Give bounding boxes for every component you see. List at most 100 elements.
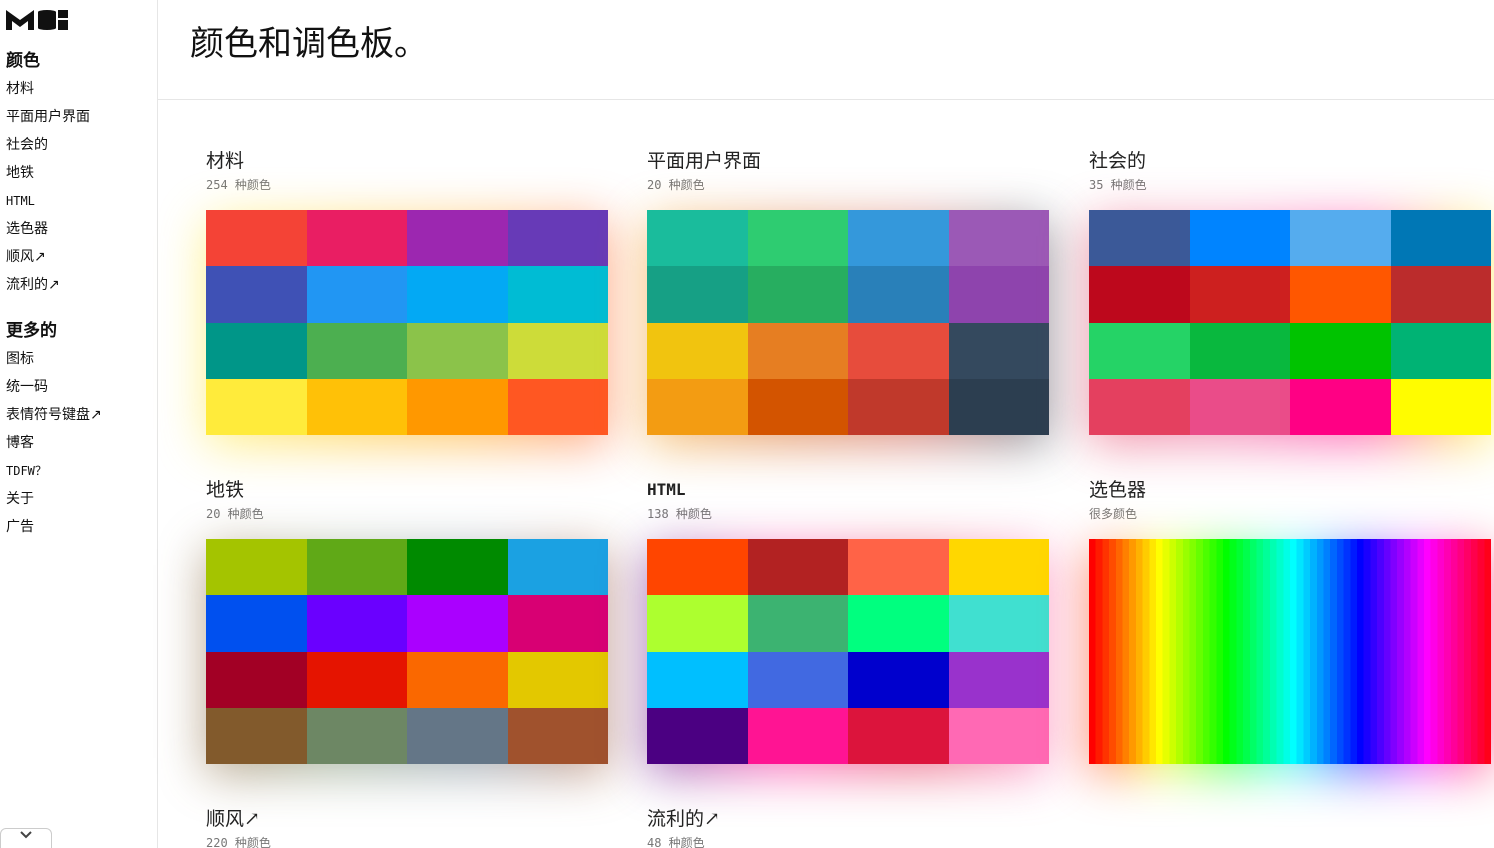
color-swatch[interactable]	[1089, 266, 1190, 323]
color-swatch[interactable]	[948, 266, 1049, 323]
color-swatch[interactable]	[1390, 266, 1491, 323]
color-swatch[interactable]	[1189, 378, 1290, 435]
color-swatch[interactable]	[747, 539, 848, 596]
color-swatch[interactable]	[507, 378, 608, 435]
palette-card-material[interactable]: 材料 254 种颜色	[206, 148, 608, 445]
color-swatch[interactable]	[848, 707, 949, 764]
color-swatch[interactable]	[948, 378, 1049, 435]
palette-card-tailwind[interactable]: 顺风↗ 220 种颜色	[206, 806, 608, 848]
color-swatch[interactable]	[848, 266, 949, 323]
color-swatch[interactable]	[507, 651, 608, 708]
color-swatch[interactable]	[407, 539, 508, 596]
color-swatch[interactable]	[1390, 322, 1491, 379]
color-swatch[interactable]	[747, 707, 848, 764]
color-swatch[interactable]	[306, 266, 407, 323]
swatch-preview[interactable]	[647, 539, 1049, 774]
color-swatch[interactable]	[747, 210, 848, 267]
color-swatch[interactable]	[407, 322, 508, 379]
color-swatch[interactable]	[507, 210, 608, 267]
color-swatch[interactable]	[647, 539, 748, 596]
color-swatch[interactable]	[747, 595, 848, 652]
color-swatch[interactable]	[407, 595, 508, 652]
color-swatch[interactable]	[1189, 210, 1290, 267]
color-swatch[interactable]	[1189, 322, 1290, 379]
swatch-preview[interactable]	[1089, 539, 1491, 774]
color-swatch[interactable]	[1089, 378, 1190, 435]
color-swatch[interactable]	[407, 266, 508, 323]
palette-card-fluent[interactable]: 流利的↗ 48 种颜色	[647, 806, 1049, 848]
color-swatch[interactable]	[948, 595, 1049, 652]
color-swatch[interactable]	[206, 707, 307, 764]
color-swatch[interactable]	[1089, 322, 1190, 379]
sidebar-item-blog[interactable]: 博客	[6, 429, 102, 457]
palette-card-html[interactable]: HTML 138 种颜色	[647, 477, 1049, 774]
color-swatch[interactable]	[647, 707, 748, 764]
color-swatch[interactable]	[306, 707, 407, 764]
color-swatch[interactable]	[1290, 322, 1391, 379]
sidebar-item-html[interactable]: HTML	[6, 187, 90, 215]
color-swatch[interactable]	[948, 651, 1049, 708]
color-swatch[interactable]	[747, 266, 848, 323]
color-swatch[interactable]	[407, 707, 508, 764]
color-swatch[interactable]	[1290, 378, 1391, 435]
scroll-toggle-button[interactable]	[0, 828, 52, 848]
color-swatch[interactable]	[206, 322, 307, 379]
color-swatch[interactable]	[848, 651, 949, 708]
color-swatch[interactable]	[206, 210, 307, 267]
swatch-preview[interactable]	[206, 210, 608, 445]
palette-card-flat-ui[interactable]: 平面用户界面 20 种颜色	[647, 148, 1049, 445]
color-swatch[interactable]	[507, 266, 608, 323]
color-swatch[interactable]	[948, 539, 1049, 596]
mui-logo-icon[interactable]	[6, 8, 70, 30]
sidebar-item-tdfw[interactable]: TDFW？	[6, 457, 102, 485]
sidebar-item-metro[interactable]: 地铁	[6, 159, 90, 187]
color-swatch[interactable]	[507, 595, 608, 652]
color-swatch[interactable]	[306, 210, 407, 267]
color-swatch[interactable]	[747, 322, 848, 379]
color-swatch[interactable]	[848, 595, 949, 652]
sidebar-item-ads[interactable]: 广告	[6, 513, 102, 541]
color-swatch[interactable]	[747, 651, 848, 708]
sidebar-item-color-picker[interactable]: 选色器	[6, 215, 90, 243]
palette-card-social[interactable]: 社会的 35 种颜色	[1089, 148, 1491, 445]
sidebar-item-unicode[interactable]: 统一码	[6, 373, 102, 401]
color-swatch[interactable]	[848, 539, 949, 596]
palette-card-color-picker[interactable]: 选色器 很多颜色	[1089, 477, 1491, 774]
color-swatch[interactable]	[647, 378, 748, 435]
color-swatch[interactable]	[948, 210, 1049, 267]
color-swatch[interactable]	[848, 322, 949, 379]
color-swatch[interactable]	[206, 595, 307, 652]
color-swatch[interactable]	[407, 210, 508, 267]
color-swatch[interactable]	[507, 539, 608, 596]
color-swatch[interactable]	[848, 210, 949, 267]
color-swatch[interactable]	[848, 378, 949, 435]
color-swatch[interactable]	[647, 651, 748, 708]
sidebar-item-fluent[interactable]: 流利的↗	[6, 271, 90, 299]
color-swatch[interactable]	[407, 651, 508, 708]
color-swatch[interactable]	[306, 539, 407, 596]
color-swatch[interactable]	[1189, 266, 1290, 323]
color-swatch[interactable]	[948, 707, 1049, 764]
color-swatch[interactable]	[647, 266, 748, 323]
color-swatch[interactable]	[206, 266, 307, 323]
sidebar-item-social[interactable]: 社会的	[6, 131, 90, 159]
color-swatch[interactable]	[306, 378, 407, 435]
color-swatch[interactable]	[306, 595, 407, 652]
color-swatch[interactable]	[948, 322, 1049, 379]
swatch-preview[interactable]	[206, 539, 608, 774]
sidebar-item-tailwind[interactable]: 顺风↗	[6, 243, 90, 271]
sidebar-item-emoji-keyboard[interactable]: 表情符号键盘↗	[6, 401, 102, 429]
swatch-preview[interactable]	[1089, 210, 1491, 445]
color-swatch[interactable]	[1290, 210, 1391, 267]
color-swatch[interactable]	[1390, 210, 1491, 267]
color-swatch[interactable]	[306, 322, 407, 379]
color-swatch[interactable]	[1089, 210, 1190, 267]
color-swatch[interactable]	[407, 378, 508, 435]
color-swatch[interactable]	[747, 378, 848, 435]
color-swatch[interactable]	[507, 707, 608, 764]
palette-card-metro[interactable]: 地铁 20 种颜色	[206, 477, 608, 774]
sidebar-item-icons[interactable]: 图标	[6, 345, 102, 373]
color-swatch[interactable]	[507, 322, 608, 379]
color-swatch[interactable]	[306, 651, 407, 708]
color-swatch[interactable]	[647, 322, 748, 379]
